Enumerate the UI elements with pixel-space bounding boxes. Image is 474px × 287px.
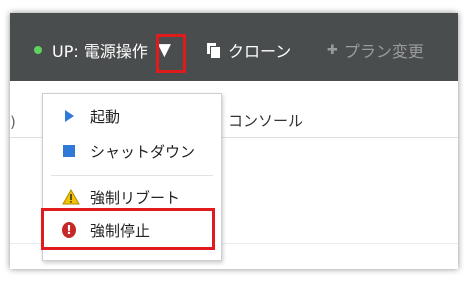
menu-item-shutdown[interactable]: シャットダウン [43,139,221,163]
menu-item-start[interactable]: 起動 [43,104,221,128]
menu-item-label: シャットダウン [90,142,196,161]
tab-console[interactable]: コンソール [210,109,303,131]
warning-icon [62,189,80,205]
clone-button[interactable]: クローン [206,39,291,61]
clone-button-label: クローン [228,42,292,61]
menu-item-force-reboot[interactable]: 強制リブート [43,185,221,209]
plan-change-icon: ✚ [327,42,338,58]
menu-separator [51,175,213,176]
tab-fragment[interactable]: ) [10,113,16,131]
menu-item-label: 起動 [90,107,121,126]
screenshot-frame: UP: 電源操作 ▼ クローン ✚ プラン変更 ) コンソール 起動 シャットダ… [10,13,458,269]
power-dropdown-button[interactable]: UP: 電源操作 ▼ [34,39,171,61]
force-stop-highlight-box [41,208,215,250]
power-button-label: UP: 電源操作 [52,42,148,61]
status-indicator-icon [34,46,42,54]
plan-change-button[interactable]: ✚ プラン変更 [327,39,424,61]
play-icon [62,109,76,123]
caret-highlight-box [156,34,186,73]
plan-change-label: プラン変更 [343,42,424,61]
menu-item-label: 強制リブート [90,188,181,207]
stop-square-icon [62,144,76,158]
server-toolbar: UP: 電源操作 ▼ クローン ✚ プラン変更 [10,13,458,81]
console-tab-label: コンソール [228,111,304,130]
copy-icon [206,42,221,59]
